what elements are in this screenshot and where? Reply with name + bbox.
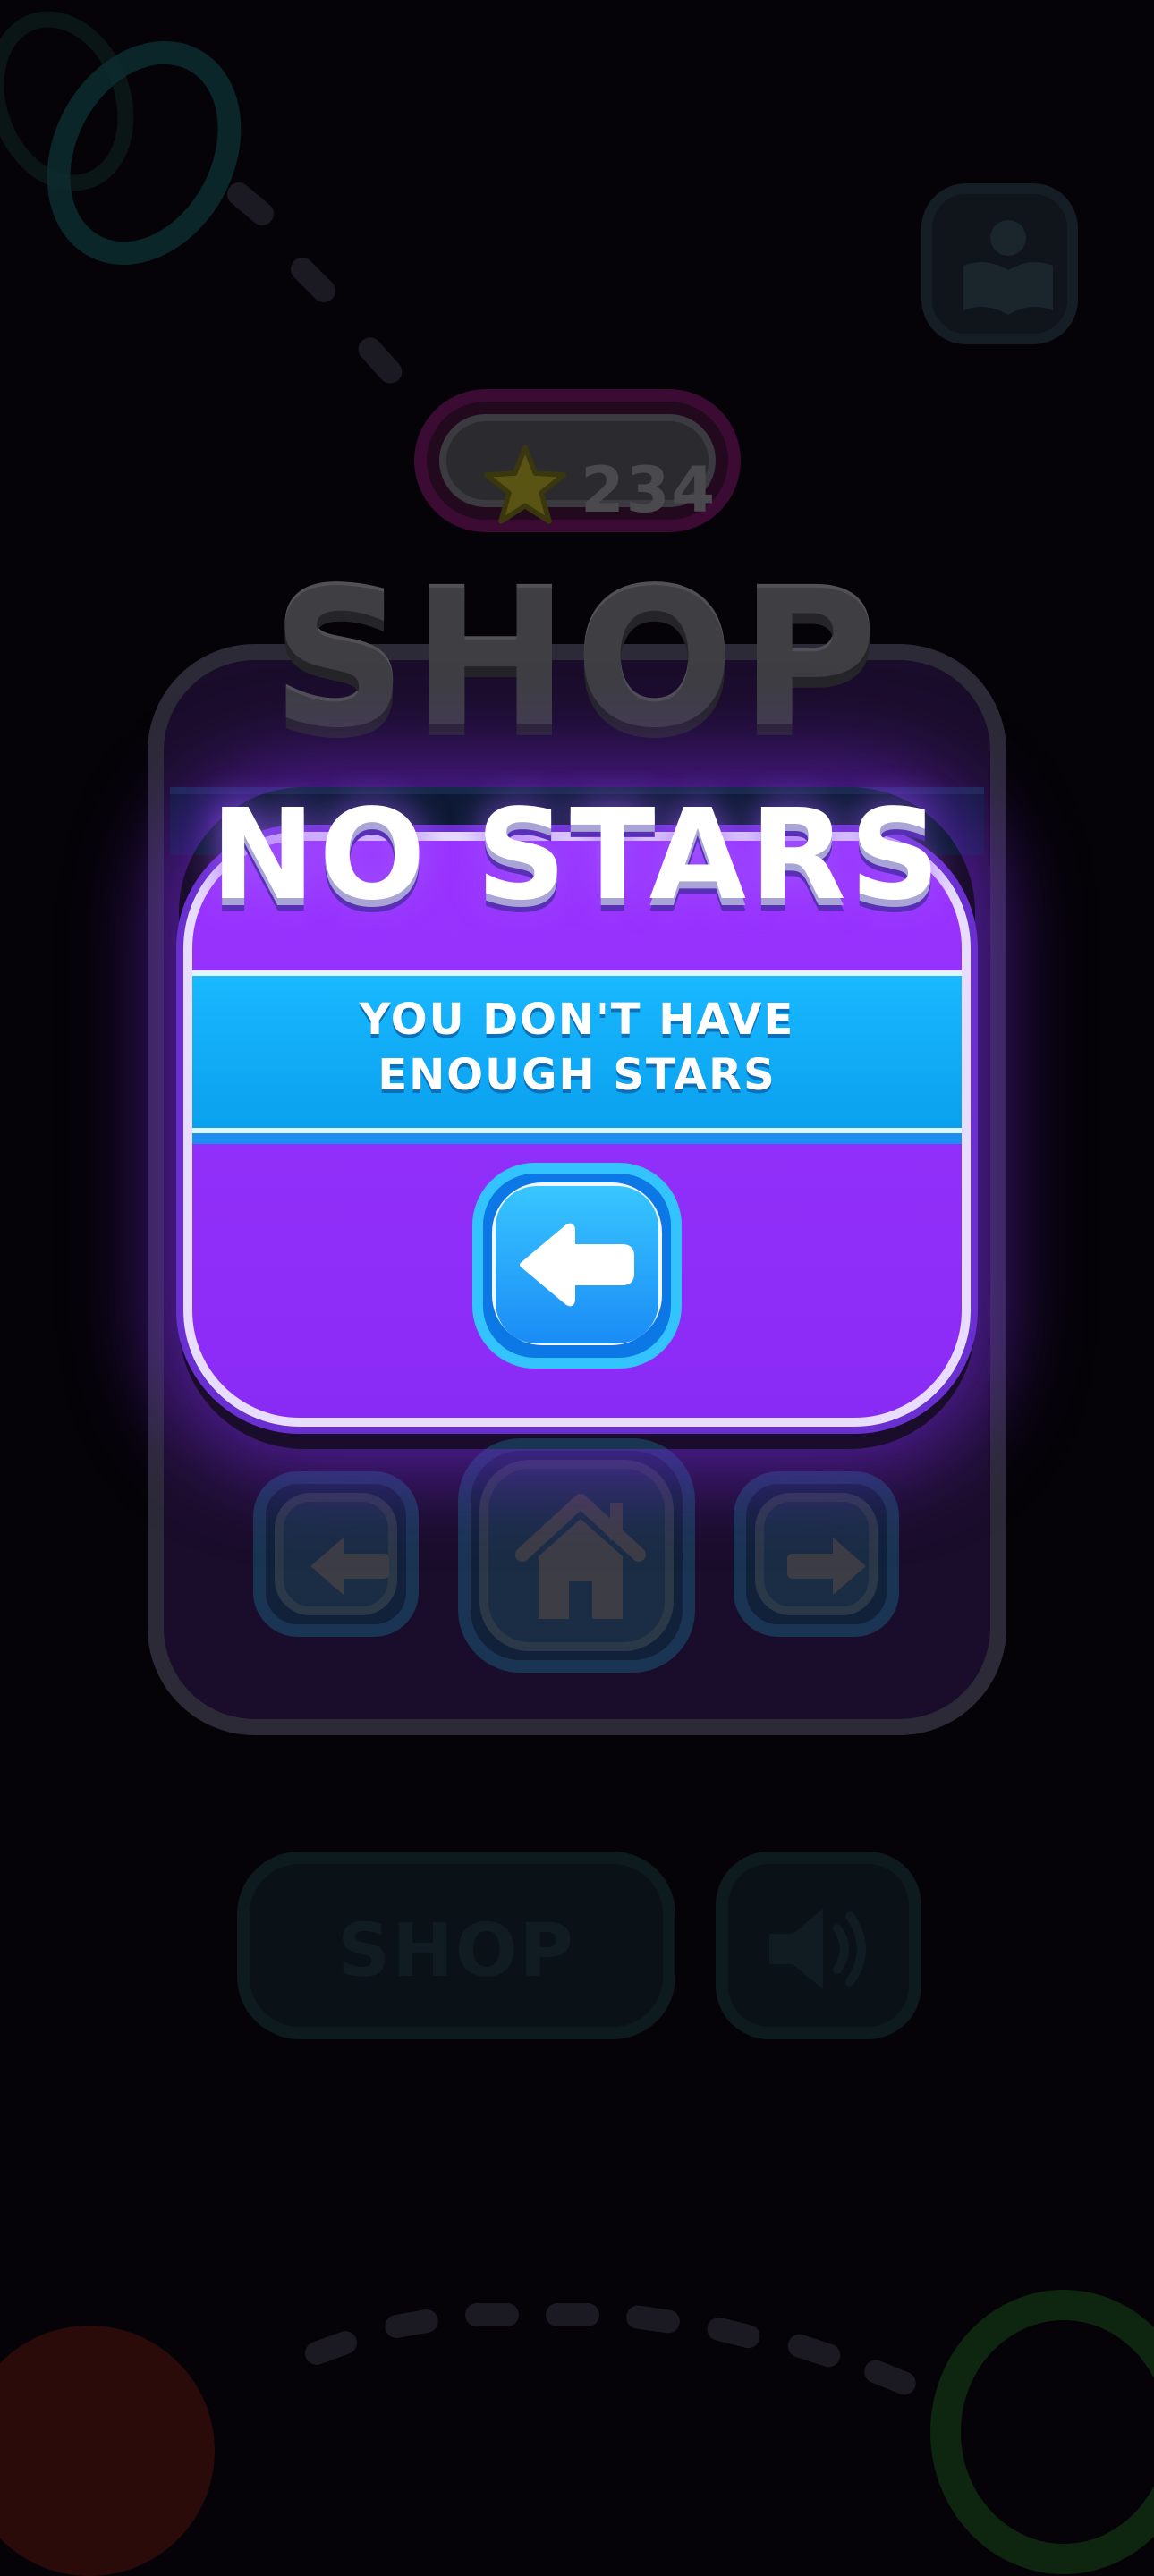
- background-sound-button[interactable]: [716, 1852, 921, 2039]
- modal-message-line2: ENOUGH STARS: [378, 1050, 776, 1100]
- modal-message: YOU DON'T HAVE ENOUGH STARS: [192, 992, 962, 1103]
- star-count-value: 234: [581, 453, 717, 527]
- star-counter: 234: [414, 389, 741, 532]
- background-shop-button-label: SHOP: [337, 1909, 575, 1994]
- reading-person-icon: [963, 220, 1053, 315]
- right-arrow-icon: [787, 1538, 866, 1595]
- left-arrow-icon: [310, 1538, 389, 1595]
- star-icon: [483, 445, 567, 524]
- back-arrow-icon: [520, 1223, 634, 1307]
- modal-banner-shadow: [192, 1133, 962, 1144]
- back-button[interactable]: [472, 1163, 682, 1368]
- modal-title: NO STARS: [210, 783, 944, 928]
- home-icon: [515, 1494, 646, 1619]
- speaker-icon: [769, 1909, 866, 1989]
- reader-button[interactable]: [921, 183, 1078, 344]
- background-shop-button[interactable]: SHOP: [237, 1852, 675, 2039]
- shop-prev-button[interactable]: [253, 1471, 419, 1637]
- shop-home-button[interactable]: [458, 1438, 695, 1673]
- star-counter-inner: 234: [439, 414, 716, 527]
- background-beach-ball: [0, 2326, 215, 2576]
- modal-message-banner: YOU DON'T HAVE ENOUGH STARS: [192, 970, 962, 1133]
- background-green-ring: [930, 2290, 1154, 2574]
- shop-next-button[interactable]: [734, 1471, 899, 1637]
- modal-message-line1: YOU DON'T HAVE: [359, 995, 795, 1045]
- shop-title: SHOP: [271, 550, 883, 769]
